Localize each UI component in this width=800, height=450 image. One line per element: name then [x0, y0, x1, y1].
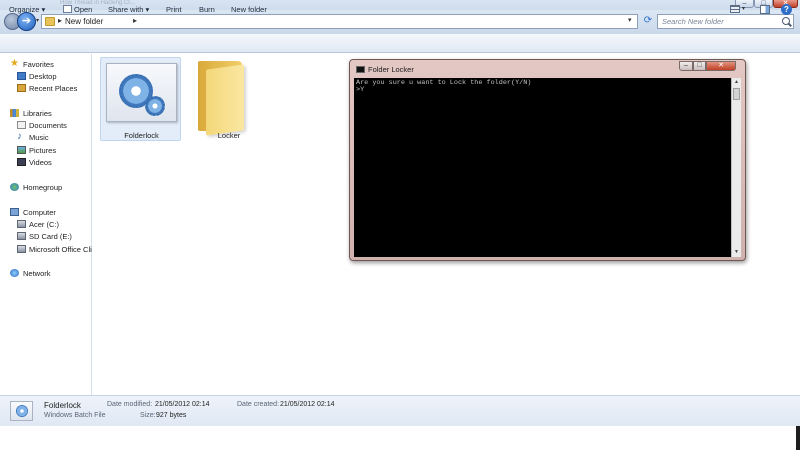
date-created-label: Date created: — [237, 401, 280, 408]
file-name: Folderlock — [124, 131, 159, 140]
breadcrumb-separator[interactable]: ▸ — [58, 16, 62, 25]
console-title: Folder Locker — [368, 65, 414, 74]
size-value: 927 bytes — [156, 412, 187, 419]
sidebar-item-acer-c[interactable]: Acer (C:) — [0, 219, 92, 230]
view-options-dropdown[interactable]: ▾ — [742, 5, 745, 12]
sidebar-item-sd-card[interactable]: SD Card (E:) — [0, 231, 92, 242]
print-button[interactable]: Print — [166, 5, 181, 14]
sidebar-item-label: SD Card (E:) — [29, 232, 72, 241]
console-icon — [356, 66, 365, 73]
folder-icon — [45, 17, 55, 26]
open-button[interactable]: Open — [74, 5, 92, 14]
search-input[interactable]: Search New folder — [657, 14, 794, 29]
computer-icon — [10, 208, 19, 216]
date-modified-value: 21/05/2012 02:14 — [155, 401, 210, 408]
help-icon[interactable]: ? — [781, 4, 792, 15]
date-modified-label: Date modified: — [107, 401, 153, 408]
sidebar-item-network[interactable]: Network — [0, 268, 92, 279]
scroll-up-arrow-icon[interactable]: ▲ — [733, 79, 740, 86]
batch-file-icon — [10, 401, 33, 421]
sidebar-item-documents[interactable]: Documents — [0, 120, 92, 131]
homegroup-icon — [10, 183, 19, 191]
music-icon: ♪ — [17, 132, 22, 142]
console-scrollbar[interactable]: ▲ ▼ — [731, 78, 741, 257]
new-folder-button[interactable]: New folder — [231, 5, 267, 14]
sidebar-item-label: Videos — [29, 158, 52, 167]
sidebar-item-libraries[interactable]: Libraries — [0, 108, 92, 119]
console-line: Are you sure u want to Lock the folder(Y… — [356, 79, 532, 87]
screen-edge — [796, 426, 800, 450]
sidebar-item-videos[interactable]: Videos — [0, 157, 92, 168]
sidebar-item-label: Music — [29, 133, 49, 142]
file-item-locker[interactable]: Locker — [190, 57, 268, 141]
forward-button[interactable]: ➔ — [17, 12, 36, 31]
burn-button[interactable]: Burn — [199, 5, 215, 14]
change-view-icon[interactable] — [730, 5, 740, 13]
size-label: Size: — [140, 412, 156, 419]
sidebar-item-favorites[interactable]: ★ Favorites — [0, 59, 92, 70]
file-name: Locker — [217, 131, 241, 140]
sidebar-item-label: Pictures — [29, 146, 57, 155]
folder-icon — [198, 59, 244, 136]
address-dropdown-icon[interactable]: ▾ — [628, 16, 632, 24]
date-created-value: 21/05/2012 02:14 — [280, 401, 335, 408]
address-bar[interactable]: ▸ New folder ▸ ▾ — [41, 14, 638, 29]
console-output[interactable]: Are you sure u want to Lock the folder(Y… — [354, 78, 731, 257]
command-bar — [0, 34, 800, 53]
sidebar-item-label: Computer — [23, 208, 56, 217]
desktop-icon — [17, 72, 26, 80]
search-placeholder: Search New folder — [662, 17, 724, 26]
console-window[interactable]: Folder Locker – □ ✕ Are you sure u want … — [349, 59, 746, 261]
organize-button[interactable]: Organize ▾ — [9, 5, 45, 14]
sidebar-item-music[interactable]: ♪ Music — [0, 132, 92, 143]
star-icon: ★ — [10, 59, 19, 69]
documents-icon — [17, 121, 26, 129]
sidebar-item-label: Network — [23, 269, 51, 278]
batch-file-gear-icon — [106, 63, 177, 122]
status-strip — [0, 426, 800, 450]
breadcrumb-separator[interactable]: ▸ — [133, 16, 137, 25]
sidebar-item-label: Microsoft Office Clic — [29, 245, 92, 254]
drive-icon — [17, 220, 26, 228]
sidebar-item-label: Desktop — [29, 72, 57, 81]
details-pane: Folderlock Windows Batch File Date modif… — [0, 395, 800, 426]
search-icon[interactable] — [782, 17, 790, 25]
scroll-down-arrow-icon[interactable]: ▼ — [733, 249, 740, 256]
gear-icon — [16, 405, 28, 417]
sidebar-item-label: Favorites — [23, 60, 54, 69]
refresh-button[interactable]: ⟳ — [641, 14, 655, 29]
sidebar-item-label: Homegroup — [23, 183, 63, 192]
pictures-icon — [17, 146, 26, 154]
preview-pane-icon[interactable] — [760, 5, 770, 14]
recent-places-icon — [17, 84, 26, 92]
sidebar-item-computer[interactable]: Computer — [0, 207, 92, 218]
sidebar-item-homegroup[interactable]: Homegroup — [0, 182, 92, 193]
sidebar-item-microsoft-office[interactable]: Microsoft Office Clic — [0, 244, 92, 255]
sidebar-item-recent-places[interactable]: Recent Places — [0, 83, 92, 94]
libraries-icon — [10, 109, 19, 117]
sidebar-item-label: Documents — [29, 121, 67, 130]
console-line: >Y — [356, 86, 365, 94]
details-file-name: Folderlock — [44, 401, 81, 410]
navigation-pane: ★ Favorites Desktop Recent Places Librar… — [0, 54, 92, 395]
console-maximize-button[interactable]: □ — [693, 61, 706, 71]
sidebar-item-label: Libraries — [23, 109, 52, 118]
sidebar-item-desktop[interactable]: Desktop — [0, 71, 92, 82]
open-icon — [63, 5, 72, 13]
sidebar-item-label: Recent Places — [29, 84, 78, 93]
breadcrumb-new-folder[interactable]: New folder — [65, 17, 103, 26]
share-with-button[interactable]: Share with ▾ — [108, 5, 149, 14]
scroll-thumb[interactable] — [733, 88, 740, 100]
sidebar-item-pictures[interactable]: Pictures — [0, 145, 92, 156]
console-minimize-button[interactable]: – — [679, 61, 693, 71]
console-close-button[interactable]: ✕ — [706, 61, 736, 71]
details-file-type: Windows Batch File — [44, 412, 106, 419]
network-icon — [10, 269, 19, 277]
videos-icon — [17, 158, 26, 166]
drive-icon — [17, 245, 26, 253]
gear-icon — [145, 96, 165, 116]
drive-icon — [17, 232, 26, 240]
file-item-folderlock[interactable]: Folderlock — [100, 57, 181, 141]
sidebar-item-label: Acer (C:) — [29, 220, 59, 229]
